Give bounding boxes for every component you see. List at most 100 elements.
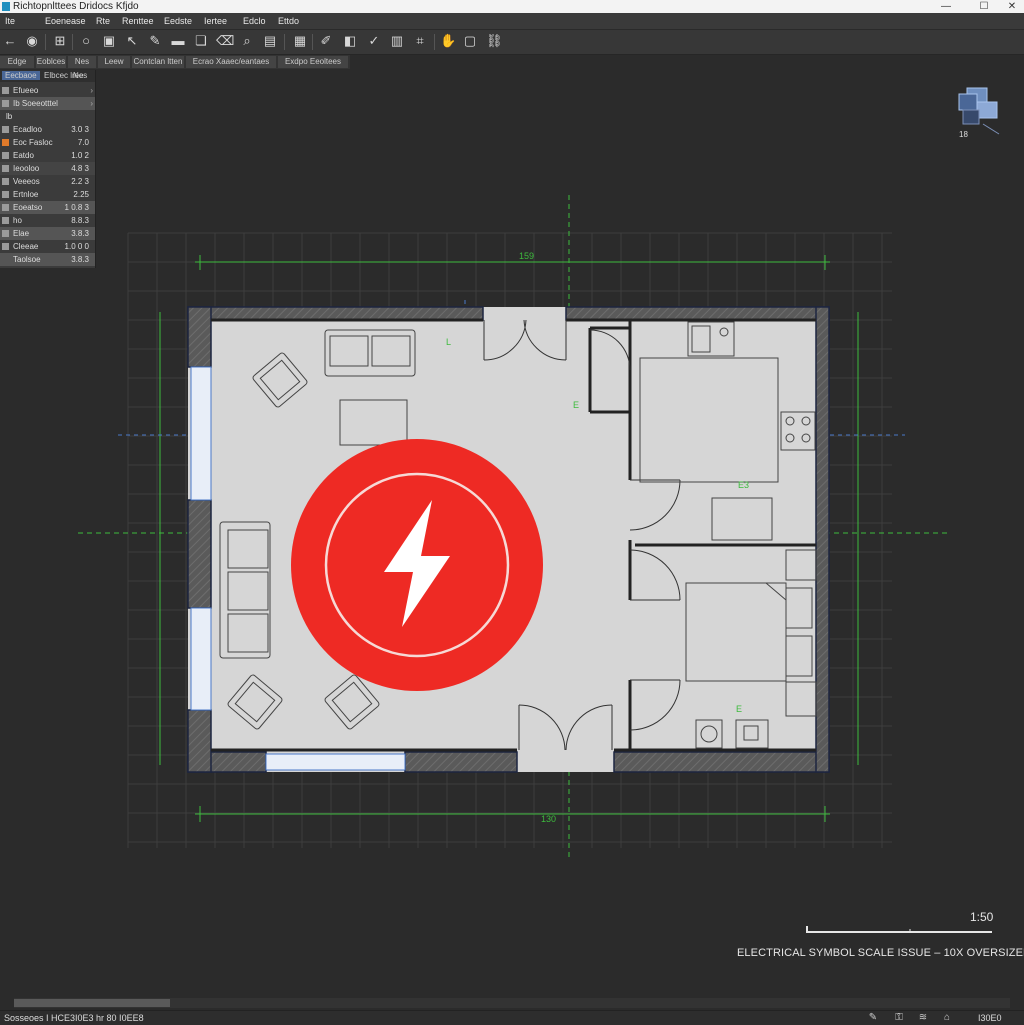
cursor-icon[interactable]: ↖ — [124, 33, 140, 49]
menu-item[interactable]: Ite — [5, 13, 15, 29]
row-value[interactable]: 2.2 3 — [71, 175, 89, 188]
stack-icon[interactable]: ≋ — [916, 1011, 930, 1025]
row-icon — [2, 152, 9, 159]
tab-nes[interactable]: Nes — [68, 56, 96, 68]
eraser-icon[interactable]: ⌫ — [216, 33, 234, 49]
tab-ecrao[interactable]: Ecrao Xaaec/eantaes — [186, 56, 276, 68]
back-icon[interactable]: ← — [2, 33, 18, 49]
view-cube-icon[interactable]: 18 — [955, 84, 1003, 146]
app-icon — [2, 2, 10, 11]
menu-item[interactable]: Renttee — [122, 13, 154, 29]
row-label: Ieooloo — [13, 164, 40, 173]
panel-row[interactable]: Veeeos 2.2 3 — [0, 175, 95, 188]
menu-item[interactable]: Ettdo — [278, 13, 299, 29]
panel-row[interactable]: lb — [0, 110, 95, 123]
minimize-icon[interactable]: — — [936, 0, 956, 13]
menu-item[interactable]: Eoenease — [45, 13, 86, 29]
toolbar-separator — [434, 34, 435, 50]
row-value[interactable]: 1.0 0 0 — [65, 240, 89, 253]
scrollbar-thumb[interactable] — [14, 999, 170, 1007]
row-value[interactable]: 1 0.8 3 — [65, 201, 89, 214]
row-value[interactable]: 3.8.3 — [71, 227, 89, 240]
panel-row[interactable]: ho 8.8.3 — [0, 214, 95, 227]
panel-row[interactable]: Eoeatso 1 0.8 3 — [0, 201, 95, 214]
circle-icon[interactable]: ○ — [78, 33, 94, 49]
row-value[interactable]: 8.8.3 — [71, 214, 89, 227]
tab-exdpo[interactable]: Exdpo Eeoltees — [278, 56, 348, 68]
row-label: Elae — [13, 229, 30, 238]
toolbar-separator — [284, 34, 285, 50]
tab-edge[interactable]: Edge — [0, 56, 34, 68]
drawing-canvas[interactable]: L E E3 E 159 130 — [0, 70, 1024, 998]
status-text: Sosseoes I HCE3I0E3 hr 80 I0EE8 — [4, 1013, 144, 1023]
toolbar-separator — [312, 34, 313, 50]
table-icon[interactable]: ▥ — [389, 33, 405, 49]
stop-icon[interactable]: ◉ — [24, 33, 40, 49]
panel-row[interactable]: Cleeae 1.0 0 0 — [0, 240, 95, 253]
lock-icon[interactable]: ⚿ — [892, 1011, 906, 1025]
menu-item[interactable]: Eedste — [164, 13, 192, 29]
frame-icon[interactable]: ▣ — [101, 33, 117, 49]
panel-row[interactable]: Elae 3.8.3 — [0, 227, 95, 240]
panel-tab[interactable]: Eecbaoe — [2, 71, 40, 80]
grid-icon[interactable]: ▦ — [292, 33, 308, 49]
row-icon — [2, 126, 9, 133]
panel-row[interactable]: Efueeo › — [0, 84, 95, 97]
select-icon[interactable]: ⊞ — [52, 33, 68, 49]
toolbar-separator — [45, 34, 46, 50]
panel-row[interactable]: Ertnloe 2.25 — [0, 188, 95, 201]
row-icon — [2, 100, 9, 107]
row-label: Efueeo — [13, 86, 39, 95]
scale-bar — [806, 926, 992, 933]
row-label: Eoeatso — [13, 203, 43, 212]
image-icon[interactable]: ▤ — [262, 33, 278, 49]
horizontal-scrollbar[interactable] — [14, 998, 1010, 1008]
panel-row[interactable]: Eatdo 1.0 2 — [0, 149, 95, 162]
home-icon[interactable]: ⌂ — [940, 1011, 954, 1025]
check-icon[interactable]: ✓ — [366, 33, 382, 49]
tab-leew[interactable]: Leew — [98, 56, 130, 68]
title-bar: Richtopnlttees Dridocs Kfjdo — ☐ ✕ — [0, 0, 1024, 13]
maximize-icon[interactable]: ☐ — [974, 0, 994, 13]
row-value[interactable]: 2.25 — [73, 188, 89, 201]
zoom-icon[interactable]: ⌕ — [239, 33, 255, 49]
menu-item[interactable]: Edclo — [243, 13, 266, 29]
tab-eoblces[interactable]: Eoblces — [36, 56, 66, 68]
pencil-icon[interactable]: ✎ — [866, 1011, 880, 1025]
properties-panel: Eecbaoe Elbcec lree Nes Efueeo › Ib Soeeo… — [0, 70, 96, 268]
panel-row[interactable]: Eoc Fasloc 7.0 — [0, 136, 95, 149]
snap-icon[interactable]: ⌗ — [412, 33, 428, 49]
layers-icon[interactable]: ❏ — [193, 33, 209, 49]
panel-row[interactable]: Ieooloo 4.8 3 — [0, 162, 95, 175]
row-value[interactable]: 7.0 — [78, 136, 89, 149]
window-icon[interactable]: ▢ — [462, 33, 478, 49]
row-value[interactable]: 1.0 2 — [71, 149, 89, 162]
toolbar-separator — [72, 34, 73, 50]
row-label: Cleeae — [13, 242, 39, 251]
panel-row[interactable]: Ecadloo 3.0 3 — [0, 123, 95, 136]
electrical-bolt-icon[interactable] — [291, 439, 543, 691]
align-icon[interactable]: ◧ — [342, 33, 358, 49]
pen-icon[interactable]: ✎ — [147, 33, 163, 49]
panel-row[interactable]: Taolsoe 3.8.3 — [0, 253, 95, 266]
room-label: E — [573, 400, 579, 410]
link-icon[interactable]: ⛓ — [486, 33, 503, 49]
close-icon[interactable]: ✕ — [1002, 0, 1022, 13]
row-label: Ertnloe — [13, 190, 39, 199]
menu-item[interactable]: Rte — [96, 13, 110, 29]
panel-tab[interactable]: Nes — [73, 71, 87, 80]
row-label: ho — [13, 216, 22, 225]
ruler-icon[interactable]: ▬ — [170, 33, 186, 49]
panel-row[interactable]: Ib Soeeotttel › — [0, 97, 95, 110]
row-value[interactable]: 4.8 3 — [71, 162, 89, 175]
dimension-label-bottom: 130 — [541, 814, 556, 824]
row-value[interactable]: 3.0 3 — [71, 123, 89, 136]
pan-icon[interactable]: ✋ — [440, 33, 456, 49]
row-value[interactable]: 3.8.3 — [71, 253, 89, 266]
tab-contclan[interactable]: Contclan ltten — [132, 56, 184, 68]
row-icon — [2, 217, 9, 224]
brush-icon[interactable]: ✐ — [318, 33, 334, 49]
row-icon — [2, 165, 9, 172]
menu-item[interactable]: Iertee — [204, 13, 227, 29]
window-title: Richtopnlttees Dridocs Kfjdo — [13, 1, 139, 12]
